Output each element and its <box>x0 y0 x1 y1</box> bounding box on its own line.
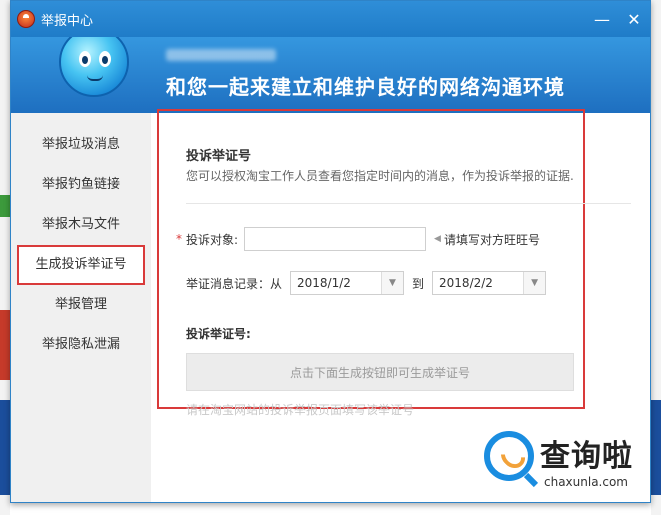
mascot-mouth <box>87 75 103 81</box>
required-marker: * <box>176 232 182 246</box>
chevron-down-icon[interactable]: ▼ <box>381 272 404 294</box>
title-bar[interactable]: 举报中心 — ✕ <box>11 1 650 37</box>
section-description: 您可以授权淘宝工作人员查看您指定时间内的消息，作为投诉举报的证据. <box>186 169 574 183</box>
date-to-value: 2018/2/2 <box>439 276 493 290</box>
target-label: 投诉对象: <box>186 232 239 247</box>
background-strip <box>0 195 10 217</box>
close-icon[interactable]: ✕ <box>618 1 650 37</box>
generate-certificate-button[interactable]: 点击下面生成按钮即可生成举证号 <box>186 353 574 391</box>
mascot-eye <box>99 51 111 67</box>
date-to-select[interactable]: 2018/2/2 ▼ <box>432 271 547 295</box>
sidebar-item-trojan[interactable]: 举报木马文件 <box>11 205 151 245</box>
mascot-eye <box>79 51 91 67</box>
target-hint: ◀ 请填写对方旺旺号 <box>434 231 540 248</box>
background-app-right <box>651 0 661 515</box>
instruction-note: 请在淘宝网站的投诉举报页面填写该举证号 <box>186 403 415 417</box>
sidebar: 举报垃圾消息 举报钓鱼链接 举报木马文件 生成投诉举证号 举报管理 举报隐私泄漏 <box>11 113 151 502</box>
background-strip <box>651 400 661 495</box>
sidebar-item-generate-evidence[interactable]: 生成投诉举证号 <box>17 245 145 285</box>
search-logo-icon <box>484 431 534 481</box>
mascot-icon <box>59 37 129 97</box>
target-input[interactable] <box>244 227 427 251</box>
section-title: 投诉举证号 <box>186 149 252 164</box>
date-from-value: 2018/1/2 <box>297 276 351 290</box>
date-label: 举证消息记录：从 <box>186 276 283 291</box>
watermark-cn: 查询啦 <box>540 439 633 474</box>
background-app-left <box>0 0 10 515</box>
window-title: 举报中心 <box>41 13 94 29</box>
window-controls: — ✕ <box>586 1 650 37</box>
blurred-text <box>166 49 276 61</box>
watermark: 查询啦 chaxunla.com <box>478 427 650 497</box>
chevron-down-icon[interactable]: ▼ <box>523 272 546 294</box>
caret-left-icon: ◀ <box>434 234 441 244</box>
date-from-select[interactable]: 2018/1/2 ▼ <box>290 271 405 295</box>
divider <box>186 203 631 204</box>
sidebar-item-phishing[interactable]: 举报钓鱼链接 <box>11 165 151 205</box>
minimize-icon[interactable]: — <box>586 1 618 37</box>
background-strip <box>0 310 10 380</box>
sidebar-item-report-management[interactable]: 举报管理 <box>11 285 151 325</box>
target-row: * 投诉对象: ◀ 请填写对方旺旺号 <box>176 227 540 251</box>
target-hint-text: 请填写对方旺旺号 <box>443 232 540 247</box>
certificate-label: 投诉举证号: <box>186 327 251 341</box>
date-row: 举证消息记录：从 2018/1/2 ▼ 到 2018/2/2 ▼ <box>186 271 554 295</box>
banner-slogan: 和您一起来建立和维护良好的网络沟通环境 <box>166 75 565 99</box>
sidebar-item-privacy-leak[interactable]: 举报隐私泄漏 <box>11 325 151 365</box>
app-icon <box>17 10 35 28</box>
date-to-label: 到 <box>412 276 425 291</box>
watermark-en: chaxunla.com <box>544 475 628 489</box>
sidebar-item-spam[interactable]: 举报垃圾消息 <box>11 125 151 165</box>
banner: 和您一起来建立和维护良好的网络沟通环境 <box>11 37 650 113</box>
background-strip <box>0 400 10 495</box>
